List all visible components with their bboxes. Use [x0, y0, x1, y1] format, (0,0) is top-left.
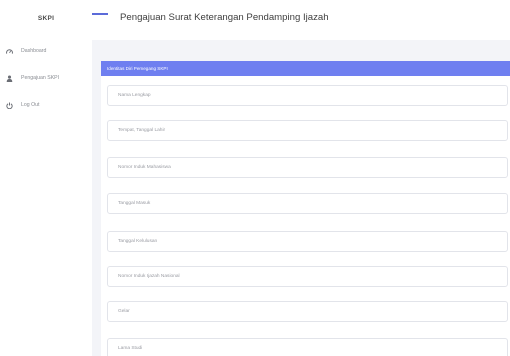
card-header-title: Identitas Diri Pemegang SKPI — [107, 66, 168, 71]
field-placeholder: Lama Studi — [118, 346, 143, 351]
nomor-induk-ijazah-nasional-field[interactable]: Nomor Induk Ijazah Nasional — [107, 266, 508, 287]
gelar-field[interactable]: Gelar — [107, 301, 508, 322]
tanggal-kelulusan-field[interactable]: Tanggal Kelulusan — [107, 231, 508, 252]
sidebar-item-label: Pengajuan SKPI — [21, 75, 60, 81]
sidebar-item-label: Dashboard — [21, 48, 47, 54]
tempat-tanggal-lahir-field[interactable]: Tempat, Tanggal Lahir — [107, 120, 508, 141]
sidebar-item-dashboard[interactable]: Dashboard — [6, 46, 46, 56]
header-accent-bar — [92, 13, 108, 15]
card-header: Identitas Diri Pemegang SKPI — [101, 61, 510, 76]
form-card: Identitas Diri Pemegang SKPI Nama Lengka… — [101, 61, 510, 356]
tachometer-icon — [6, 48, 13, 55]
page-title: Pengajuan Surat Keterangan Pendamping Ij… — [120, 12, 329, 23]
sidebar-item-log-out[interactable]: Log Out — [6, 100, 39, 110]
brand-logo: SKPI — [37, 15, 55, 22]
sidebar: SKPI Dashboard Pengajuan SKPI Log Out — [0, 0, 92, 356]
nama-lengkap-field[interactable]: Nama Lengkap — [107, 85, 508, 106]
sidebar-item-pengajuan-skpi[interactable]: Pengajuan SKPI — [6, 73, 59, 83]
field-placeholder: Nomor Induk Mahasiswa — [118, 165, 171, 170]
power-icon — [6, 102, 13, 109]
field-placeholder: Tempat, Tanggal Lahir — [118, 128, 166, 133]
field-placeholder: Tanggal Masuk — [118, 201, 151, 206]
field-placeholder: Nomor Induk Ijazah Nasional — [118, 274, 180, 279]
sidebar-item-label: Log Out — [21, 102, 40, 108]
user-icon — [6, 75, 13, 82]
nomor-induk-mahasiswa-field[interactable]: Nomor Induk Mahasiswa — [107, 157, 508, 178]
lama-studi-field[interactable]: Lama Studi — [107, 338, 508, 356]
tanggal-masuk-field[interactable]: Tanggal Masuk — [107, 193, 508, 214]
field-placeholder: Nama Lengkap — [118, 93, 151, 98]
field-placeholder: Gelar — [118, 309, 130, 314]
field-placeholder: Tanggal Kelulusan — [118, 239, 158, 244]
